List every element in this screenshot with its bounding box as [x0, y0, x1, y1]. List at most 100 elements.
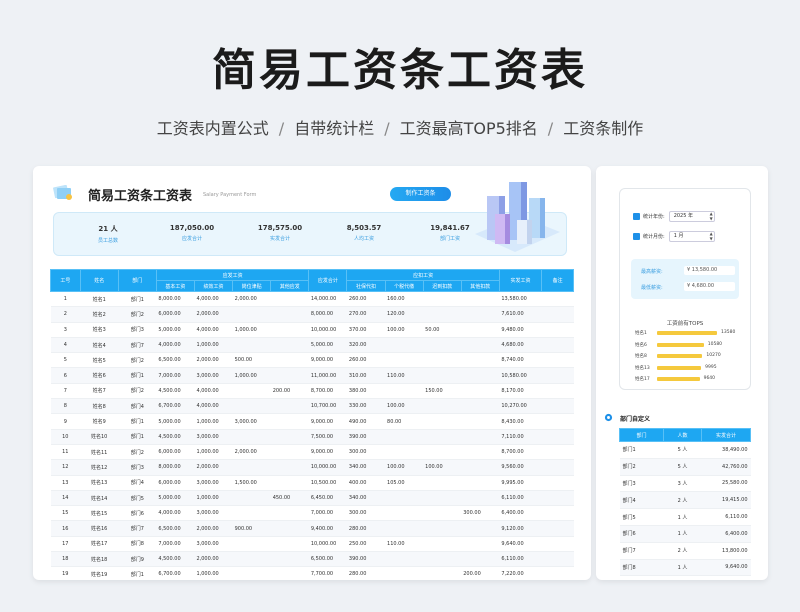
table-cell: 300.00	[346, 444, 386, 461]
table-cell: 50.00	[423, 322, 462, 338]
table-cell: 1,500.00	[232, 475, 271, 491]
salary-sheet-card: 简易工资条工资表 Salary Payment Form 制作工资条 21 人员…	[33, 166, 591, 580]
top5-title: 工资前有TOPS	[666, 321, 704, 327]
dept-cell: 部门5	[619, 508, 664, 526]
table-cell	[232, 505, 271, 522]
col-header-bonus: 岗位津贴	[232, 280, 272, 292]
gear-icon	[604, 413, 613, 422]
table-cell: 7,110.00	[499, 429, 542, 445]
table-cell: 8,430.00	[499, 413, 542, 430]
feature-list: 工资表内置公式 / 自带统计栏 / 工资最高TOP5排名 / 工资条制作	[0, 115, 800, 139]
table-cell	[461, 520, 500, 537]
table-cell	[385, 566, 424, 580]
table-cell: 200.00	[461, 566, 500, 580]
month-select[interactable]: 1 月 ▲ ▼	[668, 231, 715, 242]
table-cell: 部门1	[118, 291, 157, 308]
dept-cell: 2 人	[663, 575, 702, 580]
spinner-icon[interactable]: ▲ ▼	[710, 211, 713, 221]
col-header-total: 应发合计	[308, 269, 348, 292]
dept-cell: 6,400.00	[701, 525, 751, 543]
calendar-icon	[633, 213, 640, 220]
table-cell	[423, 306, 462, 323]
table-cell	[423, 429, 462, 445]
table-cell: 7,500.00	[308, 429, 347, 445]
table-cell	[461, 551, 500, 568]
dept-cell: 部门9	[619, 575, 664, 580]
stat-gross-total: 187,050.00 应发合计	[169, 224, 215, 242]
dept-cell: 3 人	[663, 475, 702, 493]
table-cell	[461, 459, 500, 476]
table-cell	[541, 520, 574, 537]
month-label: 统计月份:	[643, 234, 665, 240]
year-select[interactable]: 2025 年 ▲ ▼	[668, 211, 715, 222]
table-cell: 姓名3	[80, 322, 119, 338]
table-cell: 6,500.00	[156, 520, 195, 537]
table-cell	[541, 383, 574, 400]
table-cell: 5	[50, 352, 81, 369]
top5-bar	[657, 365, 702, 370]
table-cell	[461, 383, 500, 400]
col-header-no: 工号	[50, 269, 81, 292]
year-control: 统计年份: 2025 年 ▲ ▼	[633, 211, 715, 222]
table-cell: 2	[50, 306, 81, 323]
table-cell: 姓名4	[80, 337, 119, 354]
table-cell: 2,000.00	[194, 352, 233, 369]
spinner-icon[interactable]: ▲ ▼	[710, 231, 713, 241]
dept-cell: 6,110.00	[701, 508, 751, 526]
table-cell: 2,000.00	[232, 291, 271, 308]
table-cell: 900.00	[232, 520, 271, 537]
table-cell: 部门4	[118, 475, 157, 491]
table-cell	[461, 413, 500, 430]
min-salary-row: 最低薪资: ¥ 4,680.00	[641, 282, 735, 291]
table-cell	[385, 520, 424, 537]
table-cell: 120.00	[385, 306, 424, 323]
table-cell: 姓名17	[80, 536, 119, 553]
separator: /	[384, 119, 390, 138]
feature-formula: 工资表内置公式	[156, 119, 269, 138]
table-cell: 部门3	[118, 322, 157, 338]
table-cell: 9,995.00	[499, 475, 542, 491]
table-cell: 8,000.00	[308, 306, 347, 323]
col-header-tax: 个税代缴	[384, 280, 424, 292]
table-cell: 9,400.00	[308, 520, 347, 537]
table-cell	[270, 520, 309, 537]
table-cell: 10,500.00	[308, 475, 347, 491]
table-cell: 3,000.00	[194, 429, 233, 445]
top5-value: 10270	[706, 353, 721, 358]
table-cell: 姓名18	[80, 551, 119, 568]
table-cell: 6,700.00	[156, 566, 195, 580]
table-cell	[461, 429, 500, 445]
col-header-base: 基本工资	[155, 280, 195, 292]
dept-cell: 5 人	[663, 458, 702, 476]
dept-cell: 1 人	[663, 525, 702, 543]
form-subtitle: Salary Payment Form	[203, 192, 257, 198]
dept-table: 部门 人数 实发合计 部门1 5 人 38,490.00 部门2 5 人 42,760.0…	[619, 428, 751, 580]
col-header-remark: 备注	[541, 269, 574, 292]
dept-cell: 部门4	[619, 491, 664, 510]
table-cell: 19	[50, 566, 81, 580]
dept-row: 部门7 2 人 13,800.00	[619, 542, 751, 560]
table-cell	[232, 566, 271, 580]
table-cell	[385, 490, 424, 507]
table-cell: 13,580.00	[499, 291, 542, 308]
table-cell: 300.00	[461, 505, 500, 522]
table-cell: 17	[50, 536, 81, 553]
table-row: 15 姓名15 部门6 4,000.00 3,000.00 7,000.00 300.00 3…	[50, 505, 574, 522]
table-cell: 260.00	[346, 291, 386, 308]
dept-row: 部门5 1 人 6,110.00	[619, 508, 751, 526]
table-cell	[270, 444, 309, 461]
table-cell	[270, 536, 309, 553]
table-cell: 8,000.00	[156, 459, 195, 476]
table-cell: 4,500.00	[156, 429, 195, 445]
top5-value: 9640	[703, 376, 716, 381]
make-payslip-button[interactable]: 制作工资条	[390, 187, 451, 201]
dept-section-title: 部门自定义	[604, 413, 650, 423]
dept-row: 部门8 1 人 9,640.00	[619, 559, 751, 577]
table-cell: 18	[50, 551, 81, 568]
table-cell: 7,000.00	[156, 367, 195, 384]
table-cell	[541, 367, 574, 384]
table-cell	[423, 490, 462, 507]
table-cell: 110.00	[385, 536, 424, 553]
table-cell	[385, 337, 424, 354]
table-cell: 100.00	[423, 459, 462, 476]
